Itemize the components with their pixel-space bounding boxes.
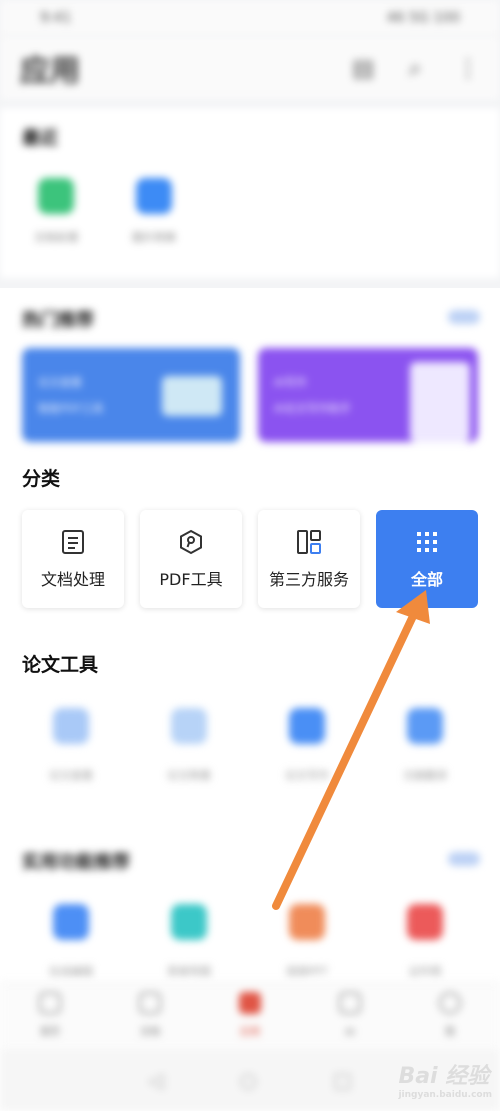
recommend-tool[interactable]: 证件照 [380, 904, 470, 979]
apps-icon [239, 992, 261, 1014]
category-label: PDF工具 [159, 570, 223, 589]
category-all[interactable]: 全部 [376, 510, 478, 608]
tool-label: 论文降重 [167, 769, 211, 782]
doc-app-icon [38, 178, 74, 214]
plagiarism-check-icon [53, 708, 89, 744]
recommend-title: 实用功能推荐 [22, 852, 130, 873]
nav-label: AI [345, 1027, 355, 1038]
category-label: 文档处理 [40, 570, 105, 589]
banner-text: 论文查重 [38, 376, 82, 389]
tool-label: 视频PPT [286, 965, 328, 978]
watermark-brand: Bai 经验 [398, 1064, 490, 1089]
grid-icon [413, 528, 441, 556]
recent-item-label: 文档处理 [34, 231, 78, 244]
banner-illustration [162, 376, 222, 416]
image-app-icon [136, 178, 172, 214]
scan-icon[interactable]: ▤ [352, 54, 375, 82]
nav-docs[interactable]: 文档 [115, 992, 185, 1039]
thesis-tool[interactable]: 论文写作 [262, 708, 352, 783]
status-indicators: 46 5G 100 [386, 10, 460, 26]
id-photo-icon [407, 904, 443, 940]
status-time: 9:41 [40, 10, 72, 26]
categories-title: 分类 [22, 468, 61, 490]
recent-item[interactable]: 图片转换 [114, 178, 194, 245]
banner-thesis[interactable]: 论文查重 智能PDF工具 [22, 348, 240, 442]
app-header: 应用 ▤ ⌕ ⋮ [0, 36, 500, 100]
thesis-tool[interactable]: 文献翻译 [380, 708, 470, 783]
hot-title: 热门推荐 [22, 310, 94, 331]
profile-icon [439, 992, 461, 1014]
thesis-tool[interactable]: 论文查重 [26, 708, 116, 783]
rewrite-icon [171, 708, 207, 744]
recents-icon[interactable]: □ [333, 1068, 352, 1092]
recommend-tool[interactable]: 在线编辑 [26, 904, 116, 979]
tool-label: 思维导图 [167, 965, 211, 978]
recommend-tool[interactable]: 视频PPT [262, 904, 352, 979]
category-pdf-tools[interactable]: PDF工具 [140, 510, 242, 608]
category-label: 第三方服务 [268, 570, 349, 589]
ai-icon [339, 992, 361, 1014]
thesis-tool[interactable]: 论文降重 [144, 708, 234, 783]
category-third-party[interactable]: 第三方服务 [258, 510, 360, 608]
category-label: 全部 [410, 570, 443, 589]
recommend-more-button[interactable] [448, 852, 480, 866]
video-icon [289, 904, 325, 940]
tool-label: 论文写作 [285, 769, 329, 782]
nav-ai[interactable]: AI [315, 992, 385, 1039]
nav-label: 文档 [140, 1027, 160, 1038]
nav-label: 首页 [40, 1027, 60, 1038]
thesis-tools-title: 论文工具 [22, 654, 99, 676]
nav-label: 我 [445, 1027, 455, 1038]
banner-text: AI写作 [274, 376, 307, 389]
recommend-tool[interactable]: 思维导图 [144, 904, 234, 979]
banner-ai[interactable]: AI写作 AI论文写作助手 [258, 348, 478, 442]
tool-label: 证件照 [408, 965, 442, 978]
edit-icon [53, 904, 89, 940]
pdf-icon [177, 528, 205, 556]
recent-item[interactable]: 文档处理 [16, 178, 96, 245]
recent-title: 最近 [22, 128, 58, 149]
docs-icon [139, 992, 161, 1014]
more-icon[interactable]: ⋮ [456, 54, 480, 82]
tool-label: 论文查重 [49, 769, 93, 782]
recent-item-label: 图片转换 [132, 231, 176, 244]
recent-section: 最近 文档处理 图片转换 [0, 108, 500, 278]
nav-home[interactable]: 首页 [15, 992, 85, 1039]
hot-more-button[interactable] [448, 310, 480, 324]
tool-label: 在线编辑 [49, 965, 93, 978]
document-icon [59, 528, 87, 556]
home-icon [39, 992, 61, 1014]
banner-text: AI论文写作助手 [274, 402, 351, 415]
mindmap-icon [171, 904, 207, 940]
home-circle-icon[interactable]: ○ [240, 1068, 257, 1092]
nav-label: 应用 [240, 1027, 260, 1038]
translate-icon [407, 708, 443, 744]
status-bar: 9:41 46 5G 100 [0, 0, 500, 36]
category-document-processing[interactable]: 文档处理 [22, 510, 124, 608]
layout-icon [295, 528, 323, 556]
page-title: 应用 [20, 54, 80, 89]
tool-label: 文献翻译 [403, 769, 447, 782]
watermark-url: jingyan.baidu.com [398, 1090, 492, 1100]
nav-me[interactable]: 我 [415, 992, 485, 1039]
nav-apps[interactable]: 应用 [215, 992, 285, 1039]
search-icon[interactable]: ⌕ [409, 54, 422, 82]
bottom-nav: 首页 文档 应用 AI 我 [0, 982, 500, 1048]
writing-icon [289, 708, 325, 744]
baidu-watermark: Bai 经验 jingyan.baidu.com [398, 1058, 492, 1100]
back-icon[interactable]: ◁ [148, 1068, 163, 1092]
banner-text: 智能PDF工具 [38, 402, 104, 415]
banner-illustration [410, 362, 470, 442]
